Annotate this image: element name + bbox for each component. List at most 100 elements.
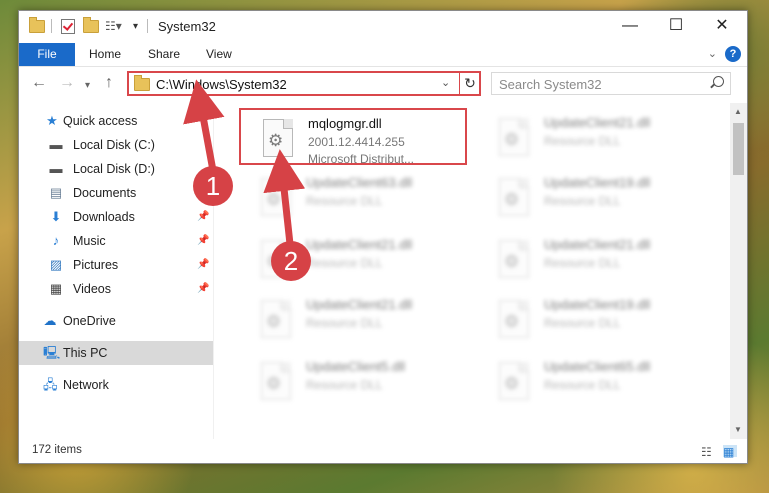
sidebar-item-label: Local Disk (C:) — [73, 138, 155, 152]
address-path[interactable]: C:\Windows\System32 — [156, 77, 287, 92]
drive-icon: ▬ — [49, 161, 63, 176]
new-folder-icon[interactable] — [83, 16, 99, 34]
minimize-button[interactable]: — — [615, 15, 645, 37]
sidebar-item-label: Videos — [73, 282, 111, 296]
sidebar-item-label: Network — [63, 378, 109, 392]
gear-icon: ⚙ — [266, 312, 282, 331]
step-1-badge: 1 — [193, 166, 233, 206]
dll-file-icon: ⚙ — [499, 240, 529, 278]
sidebar-item-documents[interactable]: ▤ Documents — [19, 181, 213, 205]
file-name: UpdateClient63.dll — [306, 175, 413, 190]
sidebar-item-videos[interactable]: ▦ Videos 📌 — [19, 277, 213, 301]
sidebar-item-music[interactable]: ♪ Music 📌 — [19, 229, 213, 253]
file-tile[interactable]: ⚙ UpdateClient21.dll Resource DLL — [239, 291, 469, 347]
sidebar-item-label: Quick access — [63, 114, 138, 128]
tab-share[interactable]: Share — [148, 43, 180, 66]
window-folder-icon — [29, 16, 45, 34]
tab-view[interactable]: View — [206, 43, 232, 66]
onedrive-icon: ☁ — [43, 313, 57, 328]
maximize-button[interactable]: ☐ — [661, 15, 691, 37]
vertical-scrollbar[interactable]: ▲ ▼ — [730, 103, 747, 439]
file-type: Resource DLL — [306, 378, 383, 392]
pictures-icon: ▨ — [49, 257, 63, 272]
forward-button[interactable]: → — [59, 75, 75, 91]
videos-icon: ▦ — [49, 281, 63, 296]
navigation-bar: ← → ▾ ↑ C:\Windows\System32 ⌄ ↻ Search S… — [19, 67, 747, 101]
help-button[interactable]: ? — [725, 46, 741, 62]
gear-icon: ⚙ — [266, 190, 282, 209]
expand-ribbon-icon[interactable]: ⌄ — [708, 47, 717, 60]
file-tile[interactable]: ⚙ UpdateClient63.dll Resource DLL — [239, 169, 469, 225]
toolbar-separator — [51, 19, 52, 33]
file-type: Resource DLL — [544, 134, 621, 148]
file-tile[interactable]: ⚙ UpdateClient21.dll Resource DLL — [477, 231, 707, 287]
sidebar-item-label: Downloads — [73, 210, 135, 224]
item-count: 172 items — [32, 444, 82, 456]
file-tile-mqlogmgr[interactable]: ⚙ mqlogmgr.dll 2001.12.4414.255 Microsof… — [239, 108, 467, 166]
tab-home[interactable]: Home — [89, 43, 121, 66]
file-type: Resource DLL — [306, 256, 383, 270]
sidebar-item-downloads[interactable]: ⬇ Downloads 📌 — [19, 205, 213, 229]
customize-toolbar-icon[interactable]: ☷▾ — [105, 18, 122, 34]
sidebar-item-local-disk-c[interactable]: ▬ Local Disk (C:) — [19, 133, 213, 157]
dll-file-icon: ⚙ — [263, 119, 293, 157]
pin-icon[interactable]: 📌 — [197, 253, 209, 277]
file-tile[interactable]: ⚙ UpdateClient21.dll Resource DLL — [477, 109, 707, 165]
sidebar-item-label: OneDrive — [63, 314, 116, 328]
dll-file-icon: ⚙ — [261, 300, 291, 338]
file-type: Resource DLL — [306, 316, 383, 330]
pin-icon[interactable]: 📌 — [197, 205, 209, 229]
this-pc-icon: 🖳 — [43, 345, 61, 360]
scroll-down-icon[interactable]: ▼ — [734, 425, 742, 434]
properties-icon[interactable] — [61, 18, 75, 34]
scrollbar-thumb[interactable] — [733, 123, 744, 175]
file-tile[interactable]: ⚙ UpdateClient19.dll Resource DLL — [477, 291, 707, 347]
close-button[interactable]: ✕ — [707, 15, 737, 37]
gear-icon: ⚙ — [266, 374, 282, 393]
sidebar-item-pictures[interactable]: ▨ Pictures 📌 — [19, 253, 213, 277]
sidebar-item-quick-access[interactable]: ★ Quick access — [19, 109, 213, 133]
file-name: UpdateClient21.dll — [544, 115, 651, 130]
address-bar[interactable]: C:\Windows\System32 ⌄ ↻ — [127, 71, 481, 96]
quick-access-dropdown-icon[interactable]: ▾ — [133, 18, 138, 34]
address-dropdown-icon[interactable]: ⌄ — [441, 76, 450, 89]
file-name: UpdateClient21.dll — [306, 297, 413, 312]
scroll-up-icon[interactable]: ▲ — [734, 107, 742, 116]
file-tile[interactable]: ⚙ UpdateClient19.dll Resource DLL — [477, 169, 707, 225]
sidebar-item-label: Local Disk (D:) — [73, 162, 155, 176]
sidebar-item-local-disk-d[interactable]: ▬ Local Disk (D:) — [19, 157, 213, 181]
pane-divider[interactable] — [213, 103, 214, 439]
drive-icon: ▬ — [49, 137, 63, 152]
file-name: UpdateClient19.dll — [544, 297, 651, 312]
pin-icon[interactable]: 📌 — [197, 277, 209, 301]
gear-icon: ⚙ — [268, 131, 284, 150]
pin-icon[interactable]: 📌 — [197, 229, 209, 253]
details-view-icon[interactable]: ☷ — [701, 445, 715, 459]
documents-icon: ▤ — [49, 185, 63, 200]
gear-icon: ⚙ — [504, 312, 520, 331]
back-button[interactable]: ← — [31, 75, 47, 91]
search-icon[interactable] — [713, 76, 724, 87]
file-tile[interactable]: ⚙ UpdateClient65.dll Resource DLL — [477, 353, 707, 409]
dll-file-icon: ⚙ — [499, 178, 529, 216]
recent-locations-icon[interactable]: ▾ — [85, 78, 90, 94]
file-company: Microsoft Distribut... — [308, 152, 415, 166]
file-tile[interactable]: ⚙ UpdateClient5.dll Resource DLL — [239, 353, 469, 409]
dll-file-icon: ⚙ — [499, 362, 529, 400]
dll-file-icon: ⚙ — [499, 118, 529, 156]
sidebar-item-label: Music — [73, 234, 106, 248]
up-button[interactable]: ↑ — [105, 75, 113, 91]
sidebar-item-onedrive[interactable]: ☁ OneDrive — [19, 309, 213, 333]
large-icons-view-icon[interactable]: ▦ — [723, 445, 737, 459]
sidebar-item-network[interactable]: 🖧 Network — [19, 373, 213, 397]
step-2-badge: 2 — [271, 241, 311, 281]
network-icon: 🖧 — [43, 377, 58, 392]
search-placeholder[interactable]: Search System32 — [499, 77, 602, 92]
gear-icon: ⚙ — [504, 374, 520, 393]
tab-file[interactable]: File — [19, 43, 75, 66]
refresh-icon[interactable]: ↻ — [459, 73, 480, 94]
file-type: Resource DLL — [306, 194, 383, 208]
file-name: UpdateClient21.dll — [306, 237, 413, 252]
sidebar-item-this-pc[interactable]: 🖳 This PC — [19, 341, 213, 365]
search-box[interactable]: Search System32 — [491, 72, 731, 95]
